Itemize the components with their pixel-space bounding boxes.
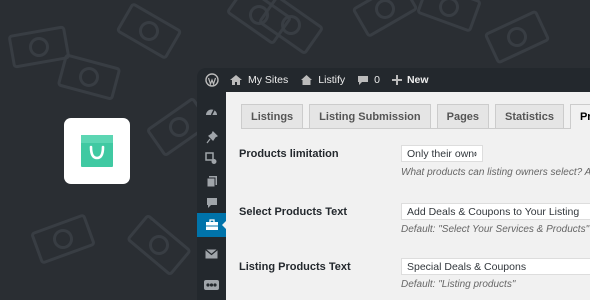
dollar-bill-icon: [56, 53, 122, 101]
site-name-menu[interactable]: Listify: [300, 74, 345, 86]
woocommerce-menu-item[interactable]: [197, 274, 226, 296]
products-limitation-select[interactable]: Only their own: [401, 145, 483, 162]
tab-pages[interactable]: Pages: [436, 104, 490, 128]
select-products-text-label: Select Products Text: [239, 206, 347, 218]
products-limitation-description: What products can listing owners select?…: [401, 167, 590, 178]
select-products-text-description: Default: "Select Your Services & Product…: [401, 224, 590, 235]
select-arrows-icon: [474, 151, 477, 156]
mail-menu-item[interactable]: [197, 243, 226, 265]
products-limitation-value: Only their own: [407, 147, 475, 160]
dashboard-menu-item[interactable]: [197, 100, 226, 122]
dollar-bill-icon: [257, 0, 325, 56]
my-sites-label: My Sites: [248, 74, 289, 86]
plus-icon: [391, 75, 402, 85]
shopping-bag-icon: [81, 135, 113, 167]
media-menu-item[interactable]: [197, 147, 226, 169]
new-label: New: [406, 74, 429, 86]
products-limitation-label: Products limitation: [239, 148, 339, 160]
dollar-bill-icon: [351, 0, 419, 39]
site-name-label: Listify: [318, 74, 346, 86]
media-icon: [205, 151, 217, 164]
pin-icon: [206, 130, 218, 143]
dollar-bill-icon: [115, 1, 183, 61]
tab-listings[interactable]: Listings: [241, 104, 304, 128]
pages-menu-item[interactable]: [197, 170, 226, 192]
listing-products-text-input[interactable]: Special Deals & Coupons: [401, 258, 590, 275]
mail-icon: [205, 249, 218, 259]
dollar-bill-icon: [7, 25, 71, 69]
dollar-bill-icon: [29, 213, 97, 265]
dollar-bill-icon: [483, 9, 551, 65]
comments-count: 0: [374, 74, 380, 86]
wordpress-logo-icon: [205, 73, 219, 87]
admin-bar: My Sites Listify 0 New: [197, 68, 590, 92]
woo-icon: [204, 280, 219, 290]
tab-products[interactable]: Products: [569, 104, 590, 129]
home-icon: [301, 75, 313, 85]
wordpress-admin-screen: My Sites Listify 0 New Listings Listing …: [197, 68, 590, 300]
listing-products-text-description: Default: "Listing products": [401, 279, 516, 290]
briefcase-icon: [205, 219, 218, 230]
dollar-bill-icon: [125, 213, 193, 277]
comments-menu-item[interactable]: [197, 192, 226, 214]
my-sites-menu[interactable]: My Sites: [229, 74, 288, 86]
select-products-text-input[interactable]: Add Deals & Coupons to Your Listing: [401, 203, 590, 220]
pages-icon: [206, 175, 217, 187]
posts-menu-item[interactable]: [197, 126, 226, 148]
listing-products-text-label: Listing Products Text: [239, 261, 351, 273]
dollar-bill-icon: [415, 0, 483, 33]
shopping-bag-tile: [64, 118, 130, 184]
tab-statistics[interactable]: Statistics: [495, 104, 564, 128]
settings-content: Listings Listing Submission Pages Statis…: [226, 92, 590, 300]
wp-logo-menu[interactable]: [205, 73, 219, 87]
comment-bubble-icon: [358, 75, 369, 85]
settings-tabs: Listings Listing Submission Pages Statis…: [241, 104, 590, 129]
comments-icon: [206, 198, 217, 208]
listings-menu-item[interactable]: [197, 213, 227, 237]
new-content-menu[interactable]: New: [391, 74, 429, 86]
dashboard-icon: [206, 109, 217, 115]
tab-listing-submission[interactable]: Listing Submission: [309, 104, 431, 128]
house-icon: [230, 75, 242, 85]
admin-sidebar-menu: [197, 92, 227, 300]
comments-menu[interactable]: 0: [357, 74, 380, 86]
